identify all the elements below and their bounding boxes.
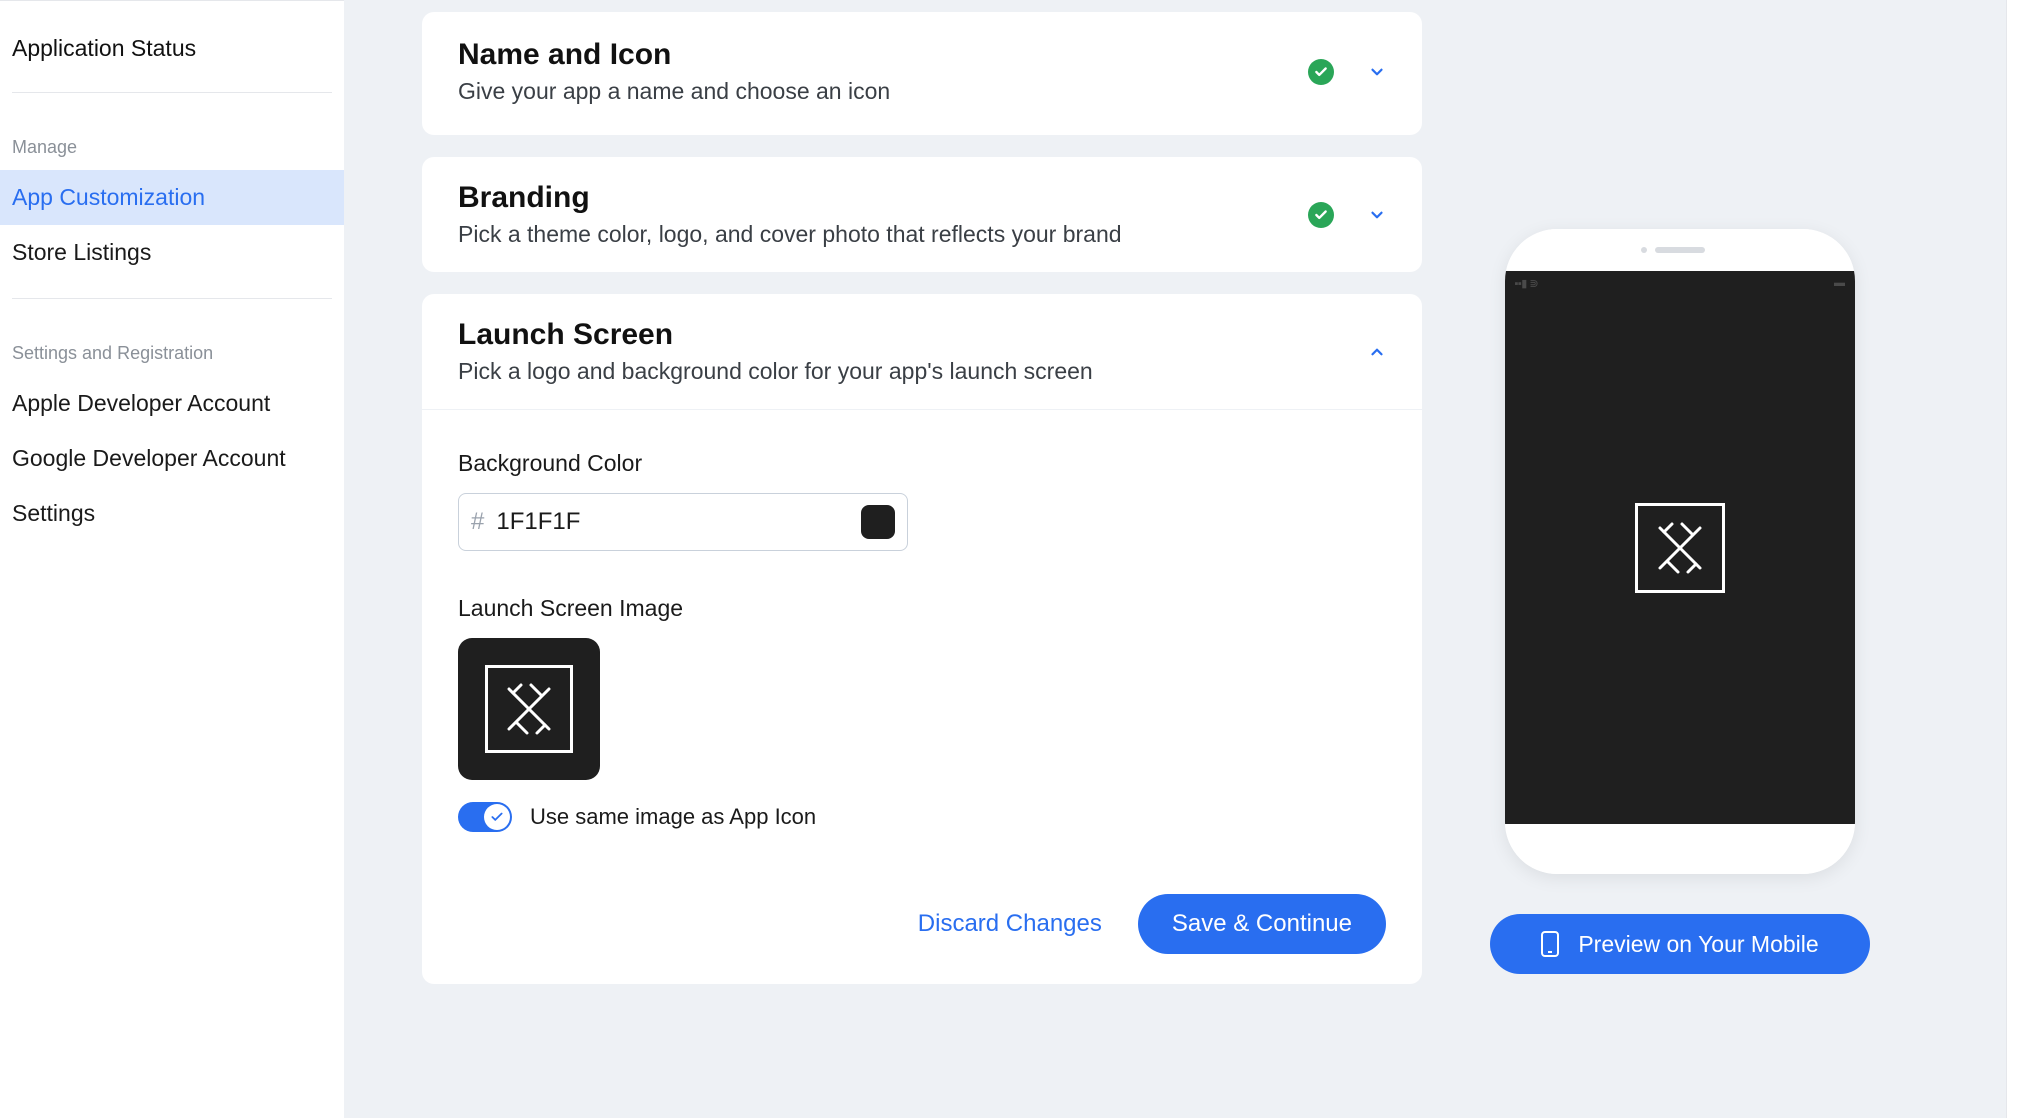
battery-icon: ▬ xyxy=(1834,277,1845,290)
sidebar-item-google-dev[interactable]: Google Developer Account xyxy=(0,431,344,486)
cards-column: Name and Icon Give your app a name and c… xyxy=(422,12,1422,1006)
sidebar-heading-manage: Manage xyxy=(0,93,344,170)
phone-status-bar: ▪▪▮ ⋑ ▬ xyxy=(1515,277,1845,290)
background-color-input[interactable]: # xyxy=(458,493,908,551)
toggle-label: Use same image as App Icon xyxy=(530,804,816,830)
preview-on-mobile-button[interactable]: Preview on Your Mobile xyxy=(1490,914,1870,974)
phone-preview: ▪▪▮ ⋑ ▬ xyxy=(1505,229,1855,874)
card-title: Branding xyxy=(458,181,1308,215)
phone-speaker-icon xyxy=(1655,247,1705,253)
card-footer: Discard Changes Save & Continue xyxy=(422,894,1422,984)
background-color-label: Background Color xyxy=(458,450,1386,477)
preview-column: ▪▪▮ ⋑ ▬ xyxy=(1462,12,1897,974)
use-app-icon-toggle[interactable] xyxy=(458,802,512,832)
chevron-down-icon[interactable] xyxy=(1368,206,1386,224)
phone-bezel-bottom xyxy=(1505,824,1855,874)
phone-bezel-top xyxy=(1505,229,1855,271)
card-subtitle: Give your app a name and choose an icon xyxy=(458,78,1308,105)
sidebar-item-apple-dev[interactable]: Apple Developer Account xyxy=(0,376,344,431)
signal-icon: ▪▪▮ ⋑ xyxy=(1515,277,1539,290)
mobile-icon xyxy=(1540,930,1560,958)
hash-prefix: # xyxy=(471,508,484,536)
check-icon xyxy=(1308,202,1334,228)
card-name-icon: Name and Icon Give your app a name and c… xyxy=(422,12,1422,135)
discard-button[interactable]: Discard Changes xyxy=(918,910,1102,938)
launch-image-preview[interactable] xyxy=(458,638,600,780)
launch-image-label: Launch Screen Image xyxy=(458,595,1386,622)
card-subtitle: Pick a logo and background color for you… xyxy=(458,358,1368,385)
background-color-field[interactable] xyxy=(496,508,861,536)
sidebar-item-store-listings[interactable]: Store Listings xyxy=(0,225,344,280)
card-title: Launch Screen xyxy=(458,318,1368,352)
sidebar: Application Status Manage App Customizat… xyxy=(0,0,344,1118)
card-branding: Branding Pick a theme color, logo, and c… xyxy=(422,157,1422,272)
color-swatch[interactable] xyxy=(861,505,895,539)
preview-button-label: Preview on Your Mobile xyxy=(1578,931,1818,958)
scrollbar[interactable] xyxy=(2006,0,2018,1118)
card-header-name-icon[interactable]: Name and Icon Give your app a name and c… xyxy=(422,12,1422,135)
toggle-row-same-image: Use same image as App Icon xyxy=(458,802,1386,832)
sidebar-item-settings[interactable]: Settings xyxy=(0,486,344,541)
save-continue-button[interactable]: Save & Continue xyxy=(1138,894,1386,954)
card-header-launch[interactable]: Launch Screen Pick a logo and background… xyxy=(422,294,1422,409)
chevron-up-icon[interactable] xyxy=(1368,343,1386,361)
check-icon xyxy=(1308,59,1334,85)
card-launch-screen: Launch Screen Pick a logo and background… xyxy=(422,294,1422,984)
sidebar-heading-settings: Settings and Registration xyxy=(0,299,344,376)
app-logo-icon xyxy=(485,665,573,753)
phone-screen: ▪▪▮ ⋑ ▬ xyxy=(1505,271,1855,824)
card-subtitle: Pick a theme color, logo, and cover phot… xyxy=(458,221,1308,248)
sidebar-item-app-customization[interactable]: App Customization xyxy=(0,170,344,225)
card-header-branding[interactable]: Branding Pick a theme color, logo, and c… xyxy=(422,157,1422,272)
card-body-launch: Background Color # Launch Screen Image xyxy=(422,409,1422,894)
main-content: Name and Icon Give your app a name and c… xyxy=(344,0,2018,1118)
sidebar-item-application-status[interactable]: Application Status xyxy=(0,1,344,92)
app-logo-icon xyxy=(1635,503,1725,593)
chevron-down-icon[interactable] xyxy=(1368,63,1386,81)
card-title: Name and Icon xyxy=(458,38,1308,72)
